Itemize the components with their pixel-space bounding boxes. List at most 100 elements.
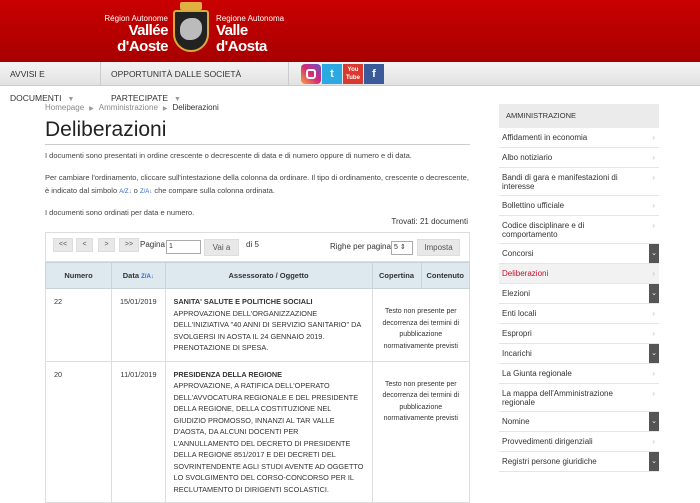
first-page-button[interactable]: << (53, 238, 73, 252)
sidebar-menu: AMMINISTRAZIONE Affidamenti in economia ›… (499, 104, 659, 472)
expand-icon[interactable]: ⌄ (649, 344, 659, 363)
col-numero[interactable]: Numero (45, 262, 112, 289)
sidebar-item[interactable]: Affidamenti in economia › (499, 128, 659, 148)
sidebar-item-label: Elezioni (502, 289, 531, 298)
expand-icon[interactable]: ⌄ (649, 412, 659, 431)
col-assessorato-oggetto[interactable]: Assessorato / Oggetto (164, 262, 373, 289)
assessorato: PRESIDENZA DELLA REGIONE (173, 369, 283, 379)
sidebar-item-label: Affidamenti in economia (502, 133, 588, 142)
breadcrumb-current: Deliberazioni (172, 103, 219, 112)
next-page-button[interactable]: > (98, 238, 115, 252)
cell-data: 15/01/2019 (111, 288, 166, 362)
crown-icon (180, 2, 202, 10)
page-input[interactable]: 1 (166, 240, 201, 254)
sort-text-end: che compare sulla colonna ordinata. (154, 186, 275, 195)
chevron-right-icon: › (652, 389, 655, 398)
cell-content-note: Testo non presente per decorrenza dei te… (371, 288, 471, 362)
sidebar-item[interactable]: Deliberazioni › (499, 264, 659, 284)
col-contenuto: Contenuto (420, 262, 471, 289)
chevron-right-icon: › (652, 269, 655, 278)
sidebar-item[interactable]: Concorsi ⌄ (499, 244, 659, 264)
go-to-page-button[interactable]: Vai a (204, 239, 239, 256)
sidebar-item-label: Espropri (502, 329, 532, 338)
table-row: 22 15/01/2019 SANITA' SALUTE E POLITICHE… (45, 288, 471, 362)
last-page-button[interactable]: >> (119, 238, 139, 252)
intro-text: I documenti sono presentati in ordine cr… (45, 151, 412, 160)
assessorato: SANITA' SALUTE E POLITICHE SOCIALI (173, 297, 313, 306)
table-row: 20 11/01/2019 PRESIDENZA DELLA REGIONE AP… (45, 360, 471, 503)
sidebar-item[interactable]: Incarichi ⌄ (499, 344, 659, 364)
rows-per-page-label: Righe per pagina (330, 242, 391, 251)
sidebar-item[interactable]: La Giunta regionale › (499, 364, 659, 384)
col-data-label: Data (122, 271, 140, 280)
sidebar-item[interactable]: Bandi di gara e manifestazioni di intere… (499, 168, 659, 196)
expand-icon[interactable]: ⌄ (649, 452, 659, 471)
expand-icon[interactable]: ⌄ (649, 244, 659, 263)
sort-desc-icon: Z/A↓ (141, 274, 154, 280)
chevron-right-icon: › (652, 309, 655, 318)
instagram-icon[interactable] (301, 64, 321, 84)
sidebar-item[interactable]: Enti locali › (499, 304, 659, 324)
sidebar-item[interactable]: Espropri › (499, 324, 659, 344)
page-title: Deliberazioni (45, 118, 470, 145)
cell-oggetto[interactable]: PRESIDENZA DELLA REGIONE APPROVAZIONE, A … (164, 360, 373, 503)
sort-instructions: Per cambiare l'ordinamento, cliccare sul… (45, 171, 470, 199)
pagination-bar: << < > >> Pagina 1 Vai a di 5 Righe per … (45, 232, 470, 262)
sidebar-item[interactable]: Bollettino ufficiale › (499, 196, 659, 216)
sidebar-item-label: Bandi di gara e manifestazioni di intere… (502, 173, 618, 191)
chevron-right-icon: › (652, 173, 655, 182)
sidebar-item[interactable]: Albo notiziario › (499, 148, 659, 168)
oggetto: APPROVAZIONE, A RATIFICA DELL'OPERATO DE… (173, 381, 364, 494)
logo-text-fr[interactable]: Région Autonome Vallée d'Aoste (90, 14, 168, 55)
chevron-right-icon: › (652, 153, 655, 162)
sidebar-item-label: Deliberazioni (502, 269, 549, 278)
sidebar-item[interactable]: Elezioni ⌄ (499, 284, 659, 304)
breadcrumb-homepage[interactable]: Homepage (45, 103, 84, 112)
lion-icon (180, 18, 202, 40)
chevron-right-icon: › (652, 437, 655, 446)
nav-avvisi-documenti[interactable]: AVVISI E DOCUMENTI ▼ (0, 62, 101, 103)
chevron-right-icon: ▶ (89, 106, 94, 112)
cell-numero: 22 (45, 288, 112, 362)
youtube-icon[interactable]: You Tube (343, 64, 363, 84)
chevron-right-icon: › (652, 329, 655, 338)
deliberations-table: Numero Data Z/A↓ Assessorato / Oggetto C… (45, 262, 471, 503)
nav-opportunita[interactable]: OPPORTUNITÀ DALLE SOCIETÀ PARTECIPATE ▼ (101, 62, 289, 103)
sidebar-item[interactable]: Registri persone giuridiche ⌄ (499, 452, 659, 472)
cell-content-note: Testo non presente per decorrenza dei te… (371, 360, 471, 503)
breadcrumb-amministrazione[interactable]: Amministrazione (99, 103, 158, 112)
breadcrumb: Homepage ▶ Amministrazione ▶ Deliberazioni (45, 103, 219, 112)
logo-text-it[interactable]: Regione Autonoma Valle d'Aosta (216, 14, 296, 55)
sidebar-title: AMMINISTRAZIONE (499, 104, 659, 128)
nav-label: AVVISI E DOCUMENTI (10, 69, 62, 103)
sidebar-item-label: La mappa dell'Amministrazione regionale (502, 389, 613, 407)
sidebar-item-label: Concorsi (502, 249, 534, 258)
prev-page-button[interactable]: < (76, 238, 93, 252)
sidebar-item[interactable]: Codice disciplinare e di comportamento › (499, 216, 659, 244)
sidebar-item[interactable]: Nomine ⌄ (499, 412, 659, 432)
expand-icon[interactable]: ⌄ (649, 284, 659, 303)
set-rows-button[interactable]: Imposta (417, 239, 460, 256)
cell-data: 11/01/2019 (111, 360, 166, 503)
sidebar-item[interactable]: Provvedimenti dirigenziali › (499, 432, 659, 452)
chevron-right-icon: › (652, 201, 655, 210)
chevron-right-icon: › (652, 369, 655, 378)
sidebar-item-label: Nomine (502, 417, 530, 426)
sidebar-item[interactable]: La mappa dell'Amministrazione regionale › (499, 384, 659, 412)
sidebar-item-label: La Giunta regionale (502, 369, 572, 378)
sidebar-item-label: Albo notiziario (502, 153, 553, 162)
col-data[interactable]: Data Z/A↓ (111, 262, 166, 289)
total-pages: di 5 (246, 240, 259, 249)
sort-or: o (133, 186, 138, 195)
sidebar-item-label: Incarichi (502, 349, 532, 358)
twitter-icon[interactable]: t (322, 64, 342, 84)
chevron-right-icon: › (652, 133, 655, 142)
col-copertina: Copertina (371, 262, 422, 289)
cell-oggetto[interactable]: SANITA' SALUTE E POLITICHE SOCIALI APPROV… (164, 288, 373, 362)
rows-per-page-select[interactable]: 5 ⇕ (391, 241, 413, 255)
sort-asc-icon: A/Z↓ (119, 189, 132, 195)
main-nav: AVVISI E DOCUMENTI ▼ OPPORTUNITÀ DALLE SO… (0, 62, 700, 103)
sidebar-item-label: Enti locali (502, 309, 537, 318)
facebook-icon[interactable]: f (364, 64, 384, 84)
sidebar-item-label: Registri persone giuridiche (502, 457, 597, 466)
